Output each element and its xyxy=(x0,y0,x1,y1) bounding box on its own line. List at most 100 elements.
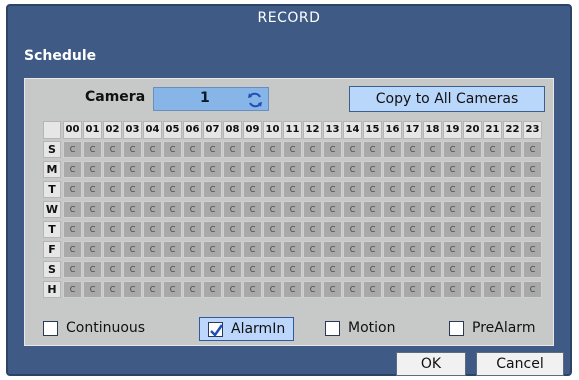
continuous-checkbox[interactable] xyxy=(43,320,58,336)
schedule-cell[interactable]: C xyxy=(163,281,182,298)
schedule-cell[interactable]: C xyxy=(63,221,82,238)
schedule-cell[interactable]: C xyxy=(403,281,422,298)
schedule-cell[interactable]: C xyxy=(423,281,442,298)
schedule-cell[interactable]: C xyxy=(123,261,142,278)
schedule-cell[interactable]: C xyxy=(503,141,522,158)
schedule-cell[interactable]: C xyxy=(323,261,342,278)
schedule-cell[interactable]: C xyxy=(503,201,522,218)
schedule-cell[interactable]: C xyxy=(463,181,482,198)
schedule-cell[interactable]: C xyxy=(63,201,82,218)
schedule-cell[interactable]: C xyxy=(263,201,282,218)
hour-header[interactable]: 06 xyxy=(183,121,202,139)
schedule-cell[interactable]: C xyxy=(523,201,542,218)
hour-header[interactable]: 03 xyxy=(123,121,142,139)
schedule-cell[interactable]: C xyxy=(63,181,82,198)
schedule-cell[interactable]: C xyxy=(443,221,462,238)
schedule-cell[interactable]: C xyxy=(463,281,482,298)
schedule-cell[interactable]: C xyxy=(263,281,282,298)
day-label[interactable]: W xyxy=(43,201,61,218)
schedule-cell[interactable]: C xyxy=(403,241,422,258)
schedule-cell[interactable]: C xyxy=(103,161,122,178)
schedule-cell[interactable]: C xyxy=(263,261,282,278)
schedule-cell[interactable]: C xyxy=(403,261,422,278)
hour-header[interactable]: 09 xyxy=(243,121,262,139)
schedule-cell[interactable]: C xyxy=(383,221,402,238)
schedule-cell[interactable]: C xyxy=(103,221,122,238)
day-label[interactable]: H xyxy=(43,281,61,298)
schedule-cell[interactable]: C xyxy=(303,281,322,298)
hour-header[interactable]: 22 xyxy=(503,121,522,139)
schedule-cell[interactable]: C xyxy=(203,241,222,258)
schedule-cell[interactable]: C xyxy=(283,141,302,158)
schedule-cell[interactable]: C xyxy=(363,241,382,258)
schedule-cell[interactable]: C xyxy=(343,281,362,298)
hour-header[interactable]: 20 xyxy=(463,121,482,139)
schedule-cell[interactable]: C xyxy=(243,201,262,218)
schedule-cell[interactable]: C xyxy=(83,201,102,218)
hour-header[interactable]: 10 xyxy=(263,121,282,139)
schedule-cell[interactable]: C xyxy=(503,261,522,278)
schedule-cell[interactable]: C xyxy=(63,281,82,298)
schedule-cell[interactable]: C xyxy=(483,261,502,278)
schedule-cell[interactable]: C xyxy=(283,201,302,218)
schedule-cell[interactable]: C xyxy=(503,221,522,238)
schedule-cell[interactable]: C xyxy=(163,261,182,278)
schedule-cell[interactable]: C xyxy=(203,201,222,218)
schedule-cell[interactable]: C xyxy=(163,201,182,218)
schedule-cell[interactable]: C xyxy=(383,141,402,158)
legend-motion[interactable]: Motion xyxy=(325,317,395,339)
hour-header[interactable]: 04 xyxy=(143,121,162,139)
schedule-cell[interactable]: C xyxy=(263,181,282,198)
schedule-cell[interactable]: C xyxy=(523,241,542,258)
schedule-cell[interactable]: C xyxy=(103,281,122,298)
schedule-cell[interactable]: C xyxy=(283,261,302,278)
schedule-cell[interactable]: C xyxy=(183,141,202,158)
schedule-cell[interactable]: C xyxy=(323,181,342,198)
schedule-cell[interactable]: C xyxy=(303,221,322,238)
schedule-cell[interactable]: C xyxy=(63,241,82,258)
schedule-cell[interactable]: C xyxy=(123,161,142,178)
schedule-cell[interactable]: C xyxy=(443,241,462,258)
schedule-cell[interactable]: C xyxy=(483,181,502,198)
schedule-cell[interactable]: C xyxy=(263,161,282,178)
schedule-cell[interactable]: C xyxy=(343,221,362,238)
schedule-cell[interactable]: C xyxy=(343,241,362,258)
schedule-cell[interactable]: C xyxy=(523,281,542,298)
schedule-cell[interactable]: C xyxy=(243,161,262,178)
schedule-cell[interactable]: C xyxy=(183,241,202,258)
day-label[interactable]: T xyxy=(43,221,61,238)
schedule-cell[interactable]: C xyxy=(363,281,382,298)
hour-header[interactable]: 00 xyxy=(63,121,82,139)
schedule-cell[interactable]: C xyxy=(443,281,462,298)
schedule-cell[interactable]: C xyxy=(283,161,302,178)
schedule-cell[interactable]: C xyxy=(203,181,222,198)
legend-prealarm[interactable]: PreAlarm xyxy=(449,317,535,339)
schedule-cell[interactable]: C xyxy=(323,201,342,218)
schedule-cell[interactable]: C xyxy=(83,181,102,198)
schedule-cell[interactable]: C xyxy=(363,161,382,178)
schedule-cell[interactable]: C xyxy=(203,161,222,178)
schedule-cell[interactable]: C xyxy=(103,241,122,258)
schedule-cell[interactable]: C xyxy=(223,181,242,198)
schedule-cell[interactable]: C xyxy=(423,181,442,198)
schedule-cell[interactable]: C xyxy=(423,141,442,158)
schedule-cell[interactable]: C xyxy=(463,161,482,178)
schedule-cell[interactable]: C xyxy=(423,261,442,278)
schedule-cell[interactable]: C xyxy=(483,241,502,258)
schedule-cell[interactable]: C xyxy=(103,261,122,278)
schedule-cell[interactable]: C xyxy=(323,241,342,258)
schedule-cell[interactable]: C xyxy=(503,241,522,258)
schedule-cell[interactable]: C xyxy=(383,281,402,298)
schedule-cell[interactable]: C xyxy=(103,201,122,218)
schedule-cell[interactable]: C xyxy=(523,221,542,238)
schedule-cell[interactable]: C xyxy=(403,141,422,158)
schedule-cell[interactable]: C xyxy=(123,181,142,198)
schedule-cell[interactable]: C xyxy=(83,261,102,278)
schedule-cell[interactable]: C xyxy=(143,241,162,258)
schedule-cell[interactable]: C xyxy=(183,281,202,298)
schedule-cell[interactable]: C xyxy=(463,141,482,158)
schedule-cell[interactable]: C xyxy=(483,221,502,238)
schedule-cell[interactable]: C xyxy=(283,241,302,258)
schedule-cell[interactable]: C xyxy=(363,221,382,238)
schedule-cell[interactable]: C xyxy=(183,161,202,178)
